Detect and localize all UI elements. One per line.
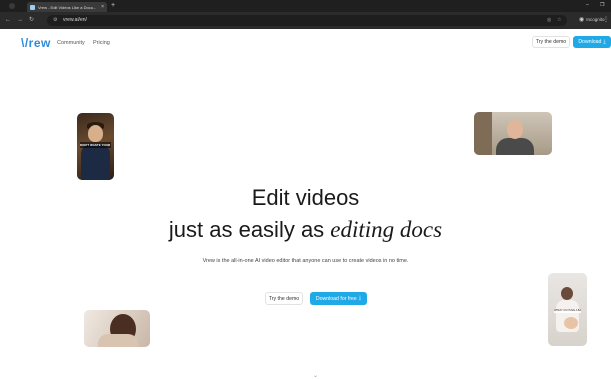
thumb-figure [564, 317, 578, 329]
page-content: \/rew Community Pricing Try the demo Dow… [0, 29, 611, 379]
napoleon-video-thumbnail: DON'T WASTE YOUR TIME [77, 113, 114, 180]
hero-title-line1: Edit videos [251, 185, 360, 210]
nav-community[interactable]: Community [57, 40, 85, 46]
url-text[interactable]: vrew.ai/en/ [63, 18, 87, 23]
browser-tab-bar: Vrew - Edit Videos Like a Docu... × + – … [0, 0, 611, 12]
thumb-caption: DON'T WASTE YOUR TIME [80, 142, 111, 148]
browser-tab[interactable]: Vrew - Edit Videos Like a Docu... × [27, 2, 107, 12]
bookmark-star-icon[interactable]: ☆ [557, 18, 561, 23]
eye-off-icon[interactable]: ◎ [547, 18, 551, 23]
tab-close-icon[interactable]: × [101, 4, 104, 10]
tab-title: Vrew - Edit Videos Like a Docu... [38, 4, 97, 10]
try-demo-header-button[interactable]: Try the demo [532, 36, 570, 48]
thumb-background [474, 112, 492, 155]
download-free-button[interactable]: Download for free ⤓ [310, 292, 367, 305]
download-free-label: Download for free [315, 295, 357, 302]
back-icon[interactable]: ← [5, 17, 11, 23]
window-minimize-button[interactable]: – [586, 2, 589, 8]
thumb-figure [496, 138, 534, 155]
download-header-label: Download [578, 39, 602, 45]
site-info-icon[interactable]: ⚙ [53, 18, 57, 23]
woman-video-thumbnail [84, 310, 150, 347]
download-arrow-icon: ⤓ [603, 38, 606, 45]
incognito-label: Incognito [586, 17, 605, 22]
vrew-logo[interactable]: \/rew [21, 36, 51, 50]
address-bar[interactable]: ⚙ vrew.ai/en/ ◎ ☆ [47, 15, 567, 26]
browser-toolbar: ← → ↻ ⚙ vrew.ai/en/ ◎ ☆ ◉ Incognito ⋮ [0, 12, 611, 29]
nav-pricing[interactable]: Pricing [93, 40, 110, 46]
forward-icon[interactable]: → [17, 17, 23, 23]
thumb-figure [98, 334, 138, 347]
reload-icon[interactable]: ↻ [29, 17, 34, 23]
try-demo-label: Try the demo [268, 295, 300, 302]
try-demo-button[interactable]: Try the demo [265, 292, 303, 305]
download-arrow-icon: ⤓ [358, 295, 362, 301]
new-tab-button[interactable]: + [111, 2, 115, 10]
hero-subtitle: Vrew is the all-in-one AI video editor t… [202, 258, 409, 264]
hero-title-line2: just as easily as editing docs [0, 218, 611, 242]
thumb-figure [88, 125, 103, 142]
download-header-button[interactable]: Download ⤓ [573, 36, 611, 48]
mother-baby-video-thumbnail: WHEN YOU HAVE A BABY [548, 273, 587, 346]
hero-title-italic: editing docs [330, 217, 443, 242]
thumb-figure [561, 287, 573, 300]
vrew-favicon-icon [30, 4, 35, 10]
chevron-down-icon[interactable]: ⌄ [313, 372, 318, 379]
incognito-icon: ◉ [579, 17, 585, 23]
thumb-figure [81, 144, 110, 180]
tab-search-icon[interactable] [9, 3, 15, 9]
incognito-indicator[interactable]: ◉ Incognito [579, 16, 605, 23]
try-demo-header-label: Try the demo [535, 39, 567, 45]
hero-title-plain: just as easily as [168, 217, 331, 242]
site-header: \/rew Community Pricing Try the demo Dow… [0, 29, 611, 57]
browser-menu-icon[interactable]: ⋮ [603, 16, 609, 23]
window-restore-button[interactable]: ❐ [600, 2, 604, 8]
thumb-caption: WHEN YOU HAVE A BABY [554, 309, 581, 313]
webcam-man-video-thumbnail [474, 112, 552, 155]
thumb-figure [507, 120, 523, 139]
